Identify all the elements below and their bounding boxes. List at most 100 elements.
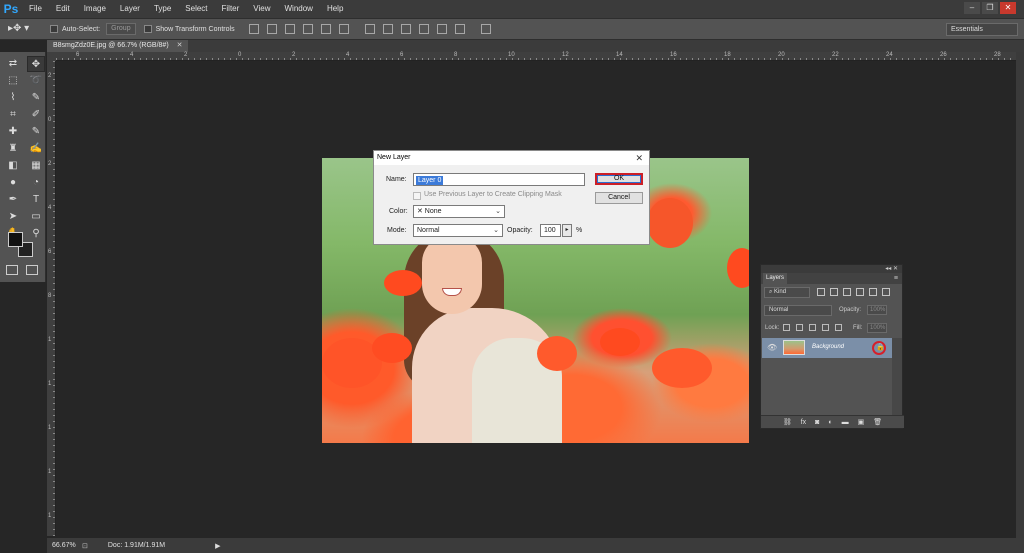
- add-mask-icon[interactable]: ◙: [815, 419, 819, 426]
- link-layers-icon[interactable]: ⛓: [783, 418, 792, 426]
- eyedropper-tool-icon[interactable]: ✐: [27, 107, 45, 123]
- menu-type[interactable]: Type: [147, 0, 178, 18]
- align-center-icon[interactable]: [320, 24, 331, 34]
- marquee-tool-icon[interactable]: ⬚: [4, 73, 22, 89]
- restore-button[interactable]: ❐: [982, 2, 998, 14]
- eraser-tool-icon[interactable]: ◧: [4, 158, 22, 174]
- move-tool-icon[interactable]: ⇄: [4, 56, 22, 72]
- fill-field[interactable]: 100%: [867, 323, 887, 333]
- crop-tool-icon[interactable]: ⌗: [4, 107, 22, 123]
- lasso-alt-tool-icon[interactable]: ⌇: [4, 90, 22, 106]
- menu-help[interactable]: Help: [320, 0, 350, 18]
- layer-row-background[interactable]: 👁 Background 🔒: [762, 338, 892, 358]
- fx-icon[interactable]: fx: [801, 419, 806, 426]
- filter-pixel-icon[interactable]: [817, 288, 825, 296]
- zoom-level[interactable]: 66.67%: [52, 542, 78, 549]
- layer-name[interactable]: Background: [812, 344, 844, 350]
- lock-position-icon[interactable]: [809, 324, 816, 331]
- menu-edit[interactable]: Edit: [49, 0, 77, 18]
- filter-shape-icon[interactable]: [856, 288, 864, 296]
- align-bottom-icon[interactable]: [284, 24, 295, 34]
- background-lock-highlight[interactable]: 🔒: [872, 341, 886, 355]
- status-menu-arrow[interactable]: ▶: [215, 542, 220, 550]
- menu-filter[interactable]: Filter: [215, 0, 247, 18]
- layer-name-input[interactable]: Layer 0: [413, 173, 585, 186]
- distribute-bottom-icon[interactable]: [400, 24, 411, 34]
- close-document-icon[interactable]: ✕: [177, 42, 183, 49]
- eye-icon[interactable]: 👁: [767, 343, 777, 352]
- filter-type-icon[interactable]: [843, 288, 851, 296]
- mode-dropdown[interactable]: Normal ⌄: [413, 224, 503, 237]
- color-dropdown[interactable]: ✕ None ⌄: [413, 205, 505, 218]
- document-tab[interactable]: B8smgZdz0E.jpg @ 66.7% (RGB/8#) ✕: [47, 40, 189, 52]
- poppy-flower: [727, 248, 749, 288]
- auto-select-checkbox[interactable]: [50, 25, 58, 33]
- clipping-mask-checkbox[interactable]: [413, 192, 421, 200]
- tab-layers[interactable]: Layers: [763, 273, 788, 284]
- foreground-color-swatch[interactable]: [8, 232, 23, 247]
- adjustment-layer-icon[interactable]: ◐: [828, 419, 832, 426]
- blend-mode-dropdown[interactable]: Normal: [764, 305, 832, 316]
- workspace-switcher[interactable]: Essentials: [946, 23, 1018, 36]
- ruler-v-tick-label: 1: [48, 381, 52, 387]
- lock-all-icon[interactable]: [835, 324, 842, 331]
- align-right-icon[interactable]: [338, 24, 349, 34]
- ok-button[interactable]: OK: [595, 173, 643, 185]
- shape-tool-icon[interactable]: ▭: [27, 209, 45, 225]
- brush-tool-icon[interactable]: ✎: [27, 124, 45, 140]
- distribute-right-icon[interactable]: [454, 24, 465, 34]
- close-window-button[interactable]: ✕: [1000, 2, 1016, 14]
- show-transform-checkbox[interactable]: [143, 25, 152, 33]
- type-tool-icon[interactable]: T: [27, 192, 45, 208]
- path-select-tool-icon[interactable]: ➤: [4, 209, 22, 225]
- history-brush-tool-icon[interactable]: ✍: [27, 141, 45, 157]
- lock-artboard-icon[interactable]: [822, 324, 829, 331]
- opacity-input[interactable]: 100: [540, 224, 561, 237]
- quick-mask-icon[interactable]: [6, 265, 18, 275]
- screen-mode-icon[interactable]: [26, 265, 38, 275]
- lasso-tool-icon[interactable]: ➰: [27, 73, 45, 89]
- dodge-tool-icon[interactable]: ◔: [27, 175, 45, 191]
- distribute-left-icon[interactable]: [418, 24, 429, 34]
- collapse-close-icons[interactable]: ◂◂ ✕: [885, 265, 898, 273]
- new-layer-icon[interactable]: ▣: [858, 418, 865, 426]
- distribute-center-icon[interactable]: [436, 24, 447, 34]
- magic-wand-tool-icon[interactable]: ✎: [27, 90, 45, 106]
- opacity-slider-arrow[interactable]: ▸: [562, 224, 572, 237]
- menu-view[interactable]: View: [246, 0, 277, 18]
- auto-select-group-dropdown[interactable]: Group: [106, 23, 136, 35]
- panel-menu-icon[interactable]: ≡: [894, 273, 898, 284]
- layers-scrollbar[interactable]: [892, 338, 902, 416]
- menu-image[interactable]: Image: [77, 0, 113, 18]
- gradient-tool-icon[interactable]: ▦: [27, 158, 45, 174]
- cancel-button[interactable]: Cancel: [595, 192, 643, 204]
- healing-brush-tool-icon[interactable]: ✚: [4, 124, 22, 140]
- blur-tool-icon[interactable]: ●: [4, 175, 22, 191]
- menu-file[interactable]: File: [22, 0, 49, 18]
- align-middle-icon[interactable]: [266, 24, 277, 34]
- panel-opacity-field[interactable]: 100%: [867, 305, 887, 315]
- menu-select[interactable]: Select: [178, 0, 214, 18]
- lock-image-icon[interactable]: [796, 324, 803, 331]
- dialog-close-icon[interactable]: ✕: [635, 151, 643, 165]
- distribute-middle-icon[interactable]: [382, 24, 393, 34]
- move-active-tool-icon[interactable]: ✥: [27, 56, 45, 72]
- filter-smart-object-icon[interactable]: [869, 288, 877, 296]
- tool-preset-picker[interactable]: ▸✥ ▾: [8, 20, 42, 38]
- filter-toggle-icon[interactable]: [882, 288, 890, 296]
- lock-transparent-icon[interactable]: [783, 324, 790, 331]
- layer-filter-kind-dropdown[interactable]: ⌕ Kind: [764, 287, 810, 298]
- filter-adjustment-icon[interactable]: [830, 288, 838, 296]
- trash-icon[interactable]: 🗑: [873, 418, 882, 426]
- lock-icon[interactable]: 🔒: [876, 343, 885, 353]
- minimize-button[interactable]: –: [964, 2, 980, 14]
- new-group-icon[interactable]: ▬: [842, 419, 849, 426]
- clone-stamp-tool-icon[interactable]: ♜: [4, 141, 22, 157]
- pen-tool-icon[interactable]: ✒: [4, 192, 22, 208]
- distribute-top-icon[interactable]: [364, 24, 375, 34]
- menu-window[interactable]: Window: [278, 0, 320, 18]
- align-left-icon[interactable]: [302, 24, 313, 34]
- auto-align-icon[interactable]: [480, 24, 491, 34]
- menu-layer[interactable]: Layer: [113, 0, 147, 18]
- align-top-icon[interactable]: [248, 24, 259, 34]
